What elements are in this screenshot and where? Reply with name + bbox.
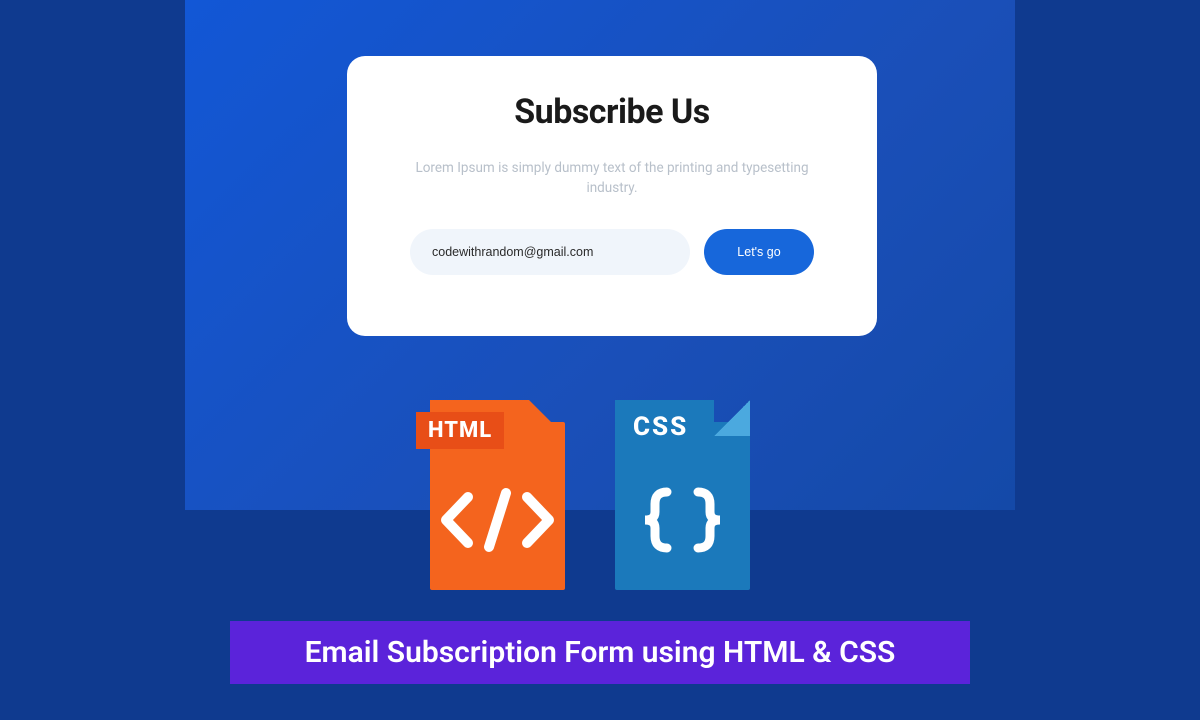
css-file-icon: CSS: [605, 390, 760, 590]
title-banner: Email Subscription Form using HTML & CSS: [230, 621, 970, 684]
email-input[interactable]: [410, 229, 690, 275]
css-glyph-icon: [605, 480, 760, 576]
html-label: HTML: [416, 412, 504, 449]
card-description: Lorem Ipsum is simply dummy text of the …: [402, 158, 822, 199]
html-file-icon: HTML: [420, 390, 575, 590]
form-row: Let's go: [391, 229, 833, 275]
html-glyph-icon: [420, 485, 575, 570]
card-title: Subscribe Us: [514, 92, 710, 132]
tech-icons-row: HTML CSS: [420, 390, 760, 590]
submit-button[interactable]: Let's go: [704, 229, 814, 275]
subscribe-card: Subscribe Us Lorem Ipsum is simply dummy…: [347, 56, 877, 336]
css-label: CSS: [633, 412, 688, 442]
